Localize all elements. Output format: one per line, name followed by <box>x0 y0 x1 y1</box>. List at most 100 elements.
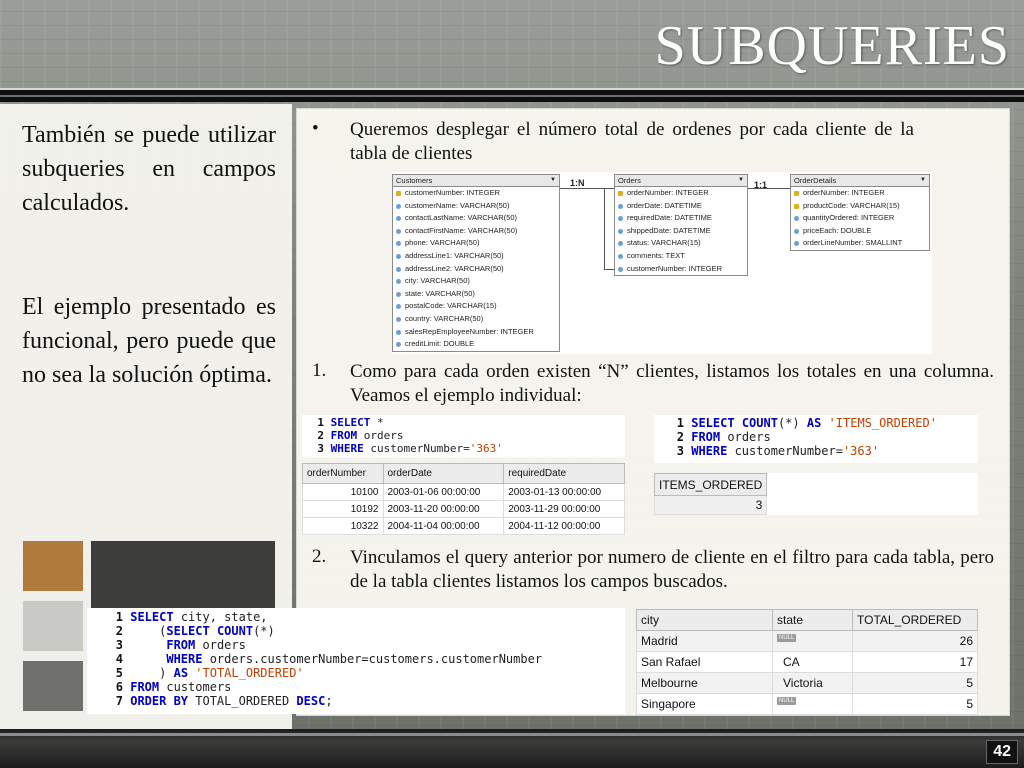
column-header[interactable]: orderNumber <box>302 463 384 484</box>
sql-text: orders <box>357 429 404 442</box>
table-row[interactable]: 10100 2003-01-06 00:00:00 2003-01-13 00:… <box>302 483 625 501</box>
column-header[interactable]: ITEMS_ORDERED <box>653 473 768 496</box>
column-header[interactable]: requiredDate <box>503 463 625 484</box>
erd-field: orderNumber: INTEGER <box>615 187 747 200</box>
erd-field: city: VARCHAR(50) <box>393 275 559 288</box>
item-1-marker: 1. <box>312 360 327 381</box>
line-number: 1 <box>115 610 123 624</box>
erd-field: customerNumber: INTEGER <box>615 263 747 276</box>
table-cell: San Rafael <box>636 651 773 673</box>
erd-field: orderDate: DATETIME <box>615 200 747 213</box>
erd-connector <box>604 188 605 270</box>
null-badge: NULL <box>777 697 797 705</box>
query2-results-grid: ITEMS_ORDERED 3 <box>653 473 978 515</box>
table-cell: 10100 <box>302 483 384 501</box>
column-header[interactable]: state <box>772 609 853 631</box>
erd-field: requiredDate: DATETIME <box>615 212 747 225</box>
sql-line: 7 ORDER BY TOTAL_ORDERED DESC; <box>87 694 625 708</box>
erd-relation-1n: 1:N <box>570 178 585 188</box>
sql-keyword: SELECT <box>130 610 174 624</box>
sql-text: ; <box>325 694 333 708</box>
table-row[interactable]: 3 <box>653 495 978 515</box>
sql-keyword: SELECT <box>166 624 210 638</box>
slide-title: SUBQUERIES <box>654 15 1010 77</box>
erd-field: customerName: VARCHAR(50) <box>393 200 559 213</box>
left-paragraph-2: El ejemplo presentado es funcional, pero… <box>22 294 276 388</box>
erd-field: contactFirstName: VARCHAR(50) <box>393 225 559 238</box>
empty-cell <box>767 496 978 515</box>
table-cell: 2003-01-13 00:00:00 <box>503 483 625 501</box>
table-cell: 26 <box>852 630 978 652</box>
sql-string: 'ITEMS_ORDERED' <box>828 416 937 430</box>
table-cell: 2003-11-29 00:00:00 <box>503 500 625 518</box>
sql-string: 'TOTAL_ORDERED' <box>188 666 304 680</box>
table-row[interactable]: San Rafael CA 17 <box>636 651 978 673</box>
sql-text: (*) <box>777 416 807 430</box>
sql-keyword: AS <box>173 666 189 680</box>
table-cell: Madrid <box>636 630 773 652</box>
query1-sql-editor[interactable]: 1 SELECT * 2 FROM orders 3 WHERE custome… <box>302 415 625 457</box>
erd-table-customers: Customers customerNumber: INTEGER custom… <box>392 174 560 352</box>
column-header[interactable]: TOTAL_ORDERED <box>852 609 978 631</box>
erd-field: status: VARCHAR(15) <box>615 237 747 250</box>
table-row[interactable]: 10192 2003-11-20 00:00:00 2003-11-29 00:… <box>302 500 625 518</box>
erd-field: postalCode: VARCHAR(15) <box>393 300 559 313</box>
bullet-marker: • <box>312 118 319 139</box>
column-header[interactable]: city <box>636 609 773 631</box>
sql-text: (*) <box>253 624 275 638</box>
sql-line: 1 SELECT * <box>302 416 625 429</box>
sql-keyword: DESC <box>296 694 326 708</box>
table-cell: 2004-11-04 00:00:00 <box>382 517 505 535</box>
erd-connector <box>604 269 614 270</box>
table-cell: NULL <box>772 630 853 652</box>
sql-keyword: FROM <box>166 638 196 652</box>
table-cell: 2003-11-20 00:00:00 <box>382 500 505 518</box>
line-number: 1 <box>317 416 324 429</box>
erd-field: priceEach: DOUBLE <box>791 225 929 238</box>
left-paragraph-1: También se puede utilizar subqueries en … <box>22 122 276 216</box>
erd-field: state: VARCHAR(50) <box>393 288 559 301</box>
table-row[interactable]: Melbourne Victoria 5 <box>636 672 978 694</box>
sql-line: 5 ) AS 'TOTAL_ORDERED' <box>87 666 625 680</box>
erd-field: phone: VARCHAR(50) <box>393 237 559 250</box>
erd-field: addressLine2: VARCHAR(50) <box>393 263 559 276</box>
table-row[interactable]: Singapore NULL 5 <box>636 693 978 715</box>
page-number: 42 <box>986 740 1018 764</box>
erd-field: creditLimit: DOUBLE <box>393 338 559 351</box>
sql-text: * <box>370 416 384 429</box>
line-number: 5 <box>115 666 123 680</box>
sql-string: '363' <box>469 442 503 455</box>
table-row[interactable]: 10322 2004-11-04 00:00:00 2004-11-12 00:… <box>302 517 625 535</box>
line-number: 2 <box>317 429 324 442</box>
line-number: 2 <box>115 624 123 638</box>
erd-field: addressLine1: VARCHAR(50) <box>393 250 559 263</box>
sql-line: 2 (SELECT COUNT(*) <box>87 624 625 638</box>
sql-keyword: SELECT <box>691 416 735 430</box>
query1-results-grid: orderNumber orderDate requiredDate 10100… <box>302 463 625 535</box>
table-row[interactable]: Madrid NULL 26 <box>636 630 978 652</box>
query2-sql-editor[interactable]: 1 SELECT COUNT(*) AS 'ITEMS_ORDERED' 2 F… <box>654 415 978 463</box>
erd-field: customerNumber: INTEGER <box>393 187 559 200</box>
line-number: 3 <box>676 444 684 458</box>
sql-keyword: FROM <box>691 430 721 444</box>
erd-field: country: VARCHAR(50) <box>393 313 559 326</box>
sql-string: '363' <box>842 444 880 458</box>
sql-text: customers <box>159 680 232 694</box>
item-2-marker: 2. <box>312 546 327 567</box>
erd-field: quantityOrdered: INTEGER <box>791 212 929 225</box>
erd-table-customers-header: Customers <box>393 175 559 187</box>
line-number: 6 <box>115 680 123 694</box>
column-header[interactable]: orderDate <box>382 463 505 484</box>
erd-field: salesRepEmployeeNumber: INTEGER <box>393 326 559 339</box>
query3-sql-editor[interactable]: 1 SELECT city, state, 2 (SELECT COUNT(*)… <box>87 608 625 714</box>
line-number: 3 <box>317 442 324 455</box>
erd-field: orderLineNumber: SMALLINT <box>791 237 929 250</box>
table-cell: 2004-11-12 00:00:00 <box>503 517 625 535</box>
erd-field: comments: TEXT <box>615 250 747 263</box>
item-1-text: Como para cada orden existen “N” cliente… <box>350 361 994 406</box>
line-number: 2 <box>676 430 684 444</box>
sql-text: customerNumber= <box>727 444 843 458</box>
table-cell: 5 <box>852 672 978 694</box>
table-cell: CA <box>772 651 853 673</box>
sql-line: 1 SELECT city, state, <box>87 610 625 624</box>
